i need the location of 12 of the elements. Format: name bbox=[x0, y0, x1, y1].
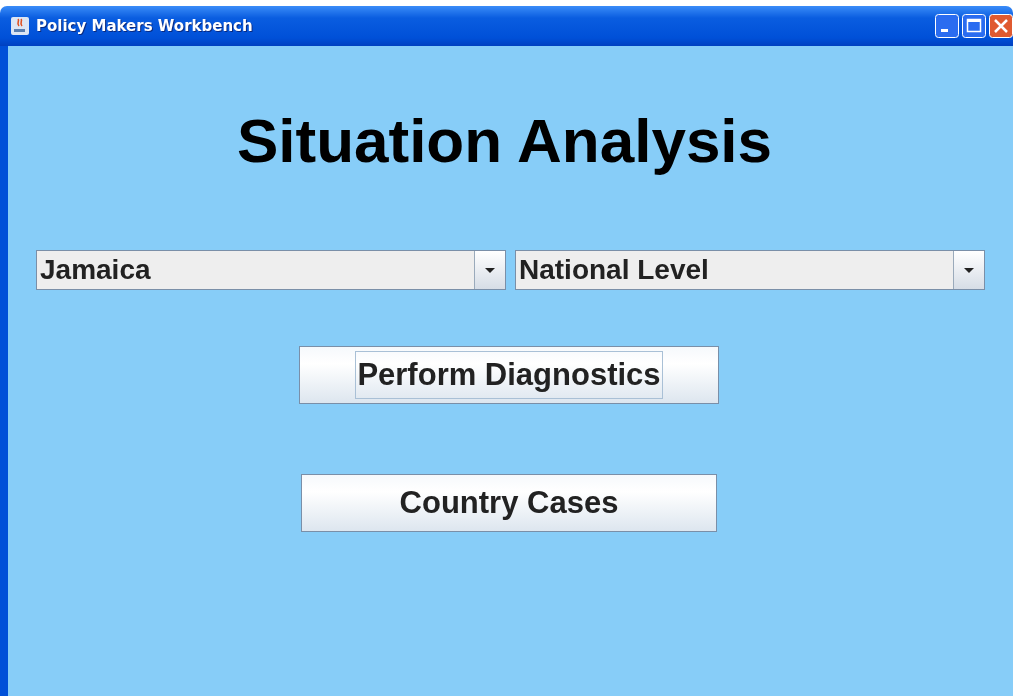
action-button[interactable]: Perform Diagnostics bbox=[299, 346, 719, 405]
caret-icon[interactable] bbox=[953, 251, 984, 290]
maximize-button[interactable] bbox=[962, 14, 986, 38]
close-button[interactable] bbox=[989, 14, 1013, 38]
window-title: Policy Makers Workbench bbox=[36, 17, 254, 35]
dropdown[interactable]: National Level bbox=[515, 250, 985, 291]
action-button[interactable]: Country Cases bbox=[301, 474, 717, 533]
minimize-button[interactable] bbox=[935, 14, 959, 38]
caret-icon[interactable] bbox=[474, 251, 505, 290]
coffee-cup-icon bbox=[10, 16, 30, 36]
page-heading: Situation Analysis bbox=[236, 105, 773, 177]
dropdown[interactable]: Jamaica bbox=[36, 250, 506, 291]
